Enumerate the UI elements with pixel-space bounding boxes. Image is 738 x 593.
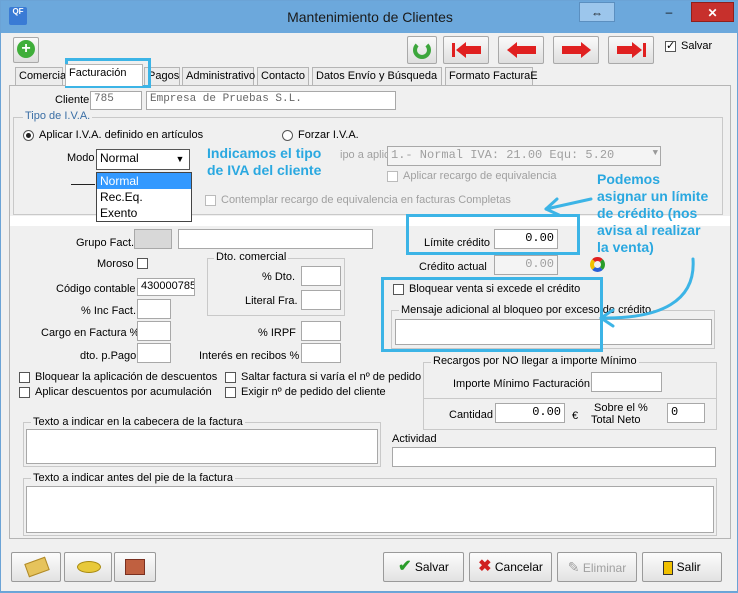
receipt-button[interactable] xyxy=(11,552,61,582)
eliminar-button[interactable]: ✎ Eliminar xyxy=(557,552,637,582)
eraser-icon: ✎ xyxy=(567,559,580,575)
salir-button-label: Salir xyxy=(676,560,701,574)
ticket-icon xyxy=(24,556,50,578)
modo-option[interactable]: Rec.Eq. xyxy=(97,189,191,205)
exit-door-icon xyxy=(663,560,674,575)
salvar-button[interactable]: ✔ Salvar xyxy=(383,552,464,582)
salir-button[interactable]: Salir xyxy=(642,552,722,582)
check-mark-icon: ✔ xyxy=(398,558,412,575)
modo-option[interactable]: Normal xyxy=(97,173,191,189)
documents-button[interactable] xyxy=(114,552,156,582)
coins-button[interactable] xyxy=(64,552,112,582)
salvar-button-label: Salvar xyxy=(414,560,449,574)
eliminar-button-label: Eliminar xyxy=(582,561,627,575)
tab-facturación[interactable]: Facturación xyxy=(65,64,143,86)
modo-dropdown-list: Normal Rec.Eq. Exento xyxy=(96,172,192,222)
cancelar-button-label: Cancelar xyxy=(494,560,543,574)
annotation-arrows xyxy=(544,197,695,328)
cancelar-button[interactable]: ✖ Cancelar xyxy=(469,552,552,582)
coins-icon xyxy=(77,561,101,573)
modo-option[interactable]: Exento xyxy=(97,205,191,221)
arrow-to-bloquear xyxy=(599,257,695,320)
modo-options: Normal Rec.Eq. Exento xyxy=(97,173,191,221)
cancel-icon: ✖ xyxy=(478,558,492,575)
main-window: QF Mantenimiento de Clientes ⇔ – ✕ + ✓ S… xyxy=(0,0,738,592)
documents-icon xyxy=(125,559,145,575)
